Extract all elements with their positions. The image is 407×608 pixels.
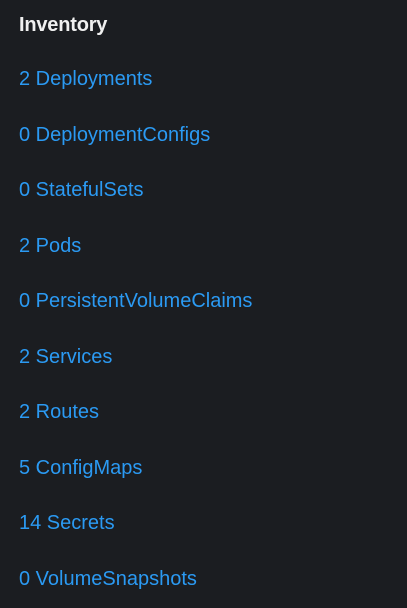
volumesnapshots-link[interactable]: 0 VolumeSnapshots: [19, 568, 197, 590]
inventory-item-statefulsets: 0 StatefulSets: [19, 177, 252, 233]
inventory-item-routes: 2 Routes: [19, 399, 252, 455]
inventory-item-deploymentconfigs: 0 DeploymentConfigs: [19, 122, 252, 178]
persistentvolumeclaims-link[interactable]: 0 PersistentVolumeClaims: [19, 290, 252, 312]
statefulsets-link[interactable]: 0 StatefulSets: [19, 179, 144, 201]
inventory-item-secrets: 14 Secrets: [19, 510, 252, 566]
pods-link[interactable]: 2 Pods: [19, 235, 81, 257]
inventory-list: 2 Deployments 0 DeploymentConfigs 0 Stat…: [19, 66, 252, 608]
inventory-item-persistentvolumeclaims: 0 PersistentVolumeClaims: [19, 288, 252, 344]
inventory-item-volumesnapshots: 0 VolumeSnapshots: [19, 566, 252, 608]
deployments-link[interactable]: 2 Deployments: [19, 68, 152, 90]
configmaps-link[interactable]: 5 ConfigMaps: [19, 457, 142, 479]
inventory-title: Inventory: [19, 14, 108, 36]
inventory-item-services: 2 Services: [19, 344, 252, 400]
secrets-link[interactable]: 14 Secrets: [19, 512, 115, 534]
inventory-item-pods: 2 Pods: [19, 233, 252, 289]
inventory-item-deployments: 2 Deployments: [19, 66, 252, 122]
deploymentconfigs-link[interactable]: 0 DeploymentConfigs: [19, 124, 210, 146]
services-link[interactable]: 2 Services: [19, 346, 112, 368]
inventory-item-configmaps: 5 ConfigMaps: [19, 455, 252, 511]
routes-link[interactable]: 2 Routes: [19, 401, 99, 423]
inventory-card: Inventory 2 Deployments 0 DeploymentConf…: [0, 0, 407, 608]
